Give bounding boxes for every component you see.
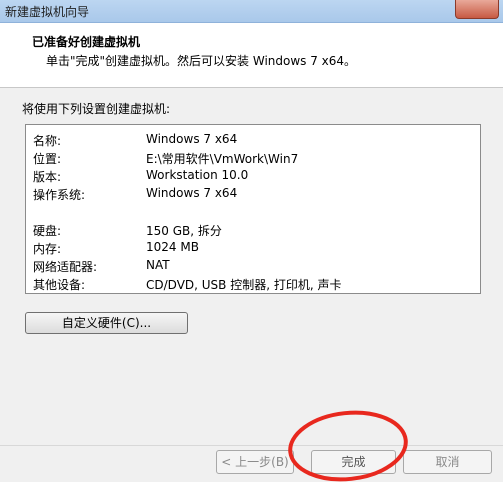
settings-summary: 名称: Windows 7 x64 位置: E:\常用软件\VmWork\Win… bbox=[25, 124, 481, 294]
title-bar[interactable]: 新建虚拟机向导 bbox=[0, 0, 503, 23]
summary-key: 版本: bbox=[33, 170, 62, 184]
summary-key: 网络适配器: bbox=[33, 260, 98, 274]
summary-value: CD/DVD, USB 控制器, 打印机, 声卡 bbox=[146, 278, 342, 292]
summary-key: 其他设备: bbox=[33, 278, 86, 292]
summary-row-name: 名称: Windows 7 x64 bbox=[26, 132, 480, 150]
summary-value: Windows 7 x64 bbox=[146, 186, 238, 200]
summary-key: 位置: bbox=[33, 152, 62, 166]
summary-value: 150 GB, 拆分 bbox=[146, 224, 222, 238]
summary-key: 名称: bbox=[33, 134, 62, 148]
summary-value: 1024 MB bbox=[146, 240, 199, 254]
header-subtitle: 单击"完成"创建虚拟机。然后可以安装 Windows 7 x64。 bbox=[46, 54, 357, 68]
summary-row-memory: 内存: 1024 MB bbox=[26, 240, 480, 258]
summary-row-location: 位置: E:\常用软件\VmWork\Win7 bbox=[26, 150, 480, 168]
back-button[interactable]: < 上一步(B) bbox=[216, 450, 294, 474]
customize-hardware-button[interactable]: 自定义硬件(C)... bbox=[25, 312, 188, 334]
intro-text: 将使用下列设置创建虚拟机: bbox=[22, 102, 171, 116]
summary-value: NAT bbox=[146, 258, 170, 272]
close-button[interactable] bbox=[455, 0, 499, 19]
summary-value: E:\常用软件\VmWork\Win7 bbox=[146, 152, 299, 166]
summary-key: 内存: bbox=[33, 242, 62, 256]
summary-row-network: 网络适配器: NAT bbox=[26, 258, 480, 276]
finish-button[interactable]: 完成 bbox=[311, 450, 396, 474]
footer-divider bbox=[0, 445, 503, 446]
summary-value: Workstation 10.0 bbox=[146, 168, 249, 182]
cancel-button[interactable]: 取消 bbox=[403, 450, 492, 474]
header-title: 已准备好创建虚拟机 bbox=[32, 35, 141, 49]
summary-row-version: 版本: Workstation 10.0 bbox=[26, 168, 480, 186]
summary-row-os: 操作系统: Windows 7 x64 bbox=[26, 186, 480, 204]
summary-row-devices: 其他设备: CD/DVD, USB 控制器, 打印机, 声卡 bbox=[26, 276, 480, 294]
wizard-header: 已准备好创建虚拟机 单击"完成"创建虚拟机。然后可以安装 Windows 7 x… bbox=[0, 23, 503, 88]
window-title: 新建虚拟机向导 bbox=[5, 5, 90, 19]
summary-value: Windows 7 x64 bbox=[146, 132, 238, 146]
summary-key: 硬盘: bbox=[33, 224, 62, 238]
summary-key: 操作系统: bbox=[33, 188, 86, 202]
summary-row-disk: 硬盘: 150 GB, 拆分 bbox=[26, 222, 480, 240]
